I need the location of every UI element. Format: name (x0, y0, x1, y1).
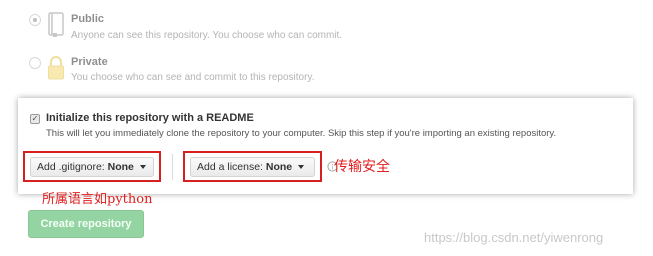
watermark: https://blog.csdn.net/yiwenrong (424, 230, 604, 245)
private-radio[interactable] (29, 57, 41, 69)
public-title: Public (71, 13, 105, 25)
init-readme-title: Initialize this repository with a README (46, 112, 254, 124)
init-readme-panel: ✓ Initialize this repository with a READ… (18, 98, 633, 194)
private-description: You choose who can see and commit to thi… (71, 72, 315, 83)
public-radio[interactable] (29, 14, 41, 26)
license-highlight (183, 151, 322, 182)
gitignore-highlight (23, 151, 161, 182)
init-readme-description: This will let you immediately clone the … (46, 128, 557, 139)
dropdown-divider (172, 154, 173, 180)
license-annotation: 传输安全 (334, 159, 390, 175)
repo-icon (48, 12, 64, 37)
create-repository-button[interactable]: Create repository (28, 210, 144, 238)
private-title: Private (71, 56, 108, 68)
lock-icon (48, 56, 64, 80)
init-readme-checkbox[interactable]: ✓ (30, 114, 40, 124)
public-description: Anyone can see this repository. You choo… (71, 30, 343, 41)
gitignore-annotation: 所属语言如python (42, 192, 153, 207)
